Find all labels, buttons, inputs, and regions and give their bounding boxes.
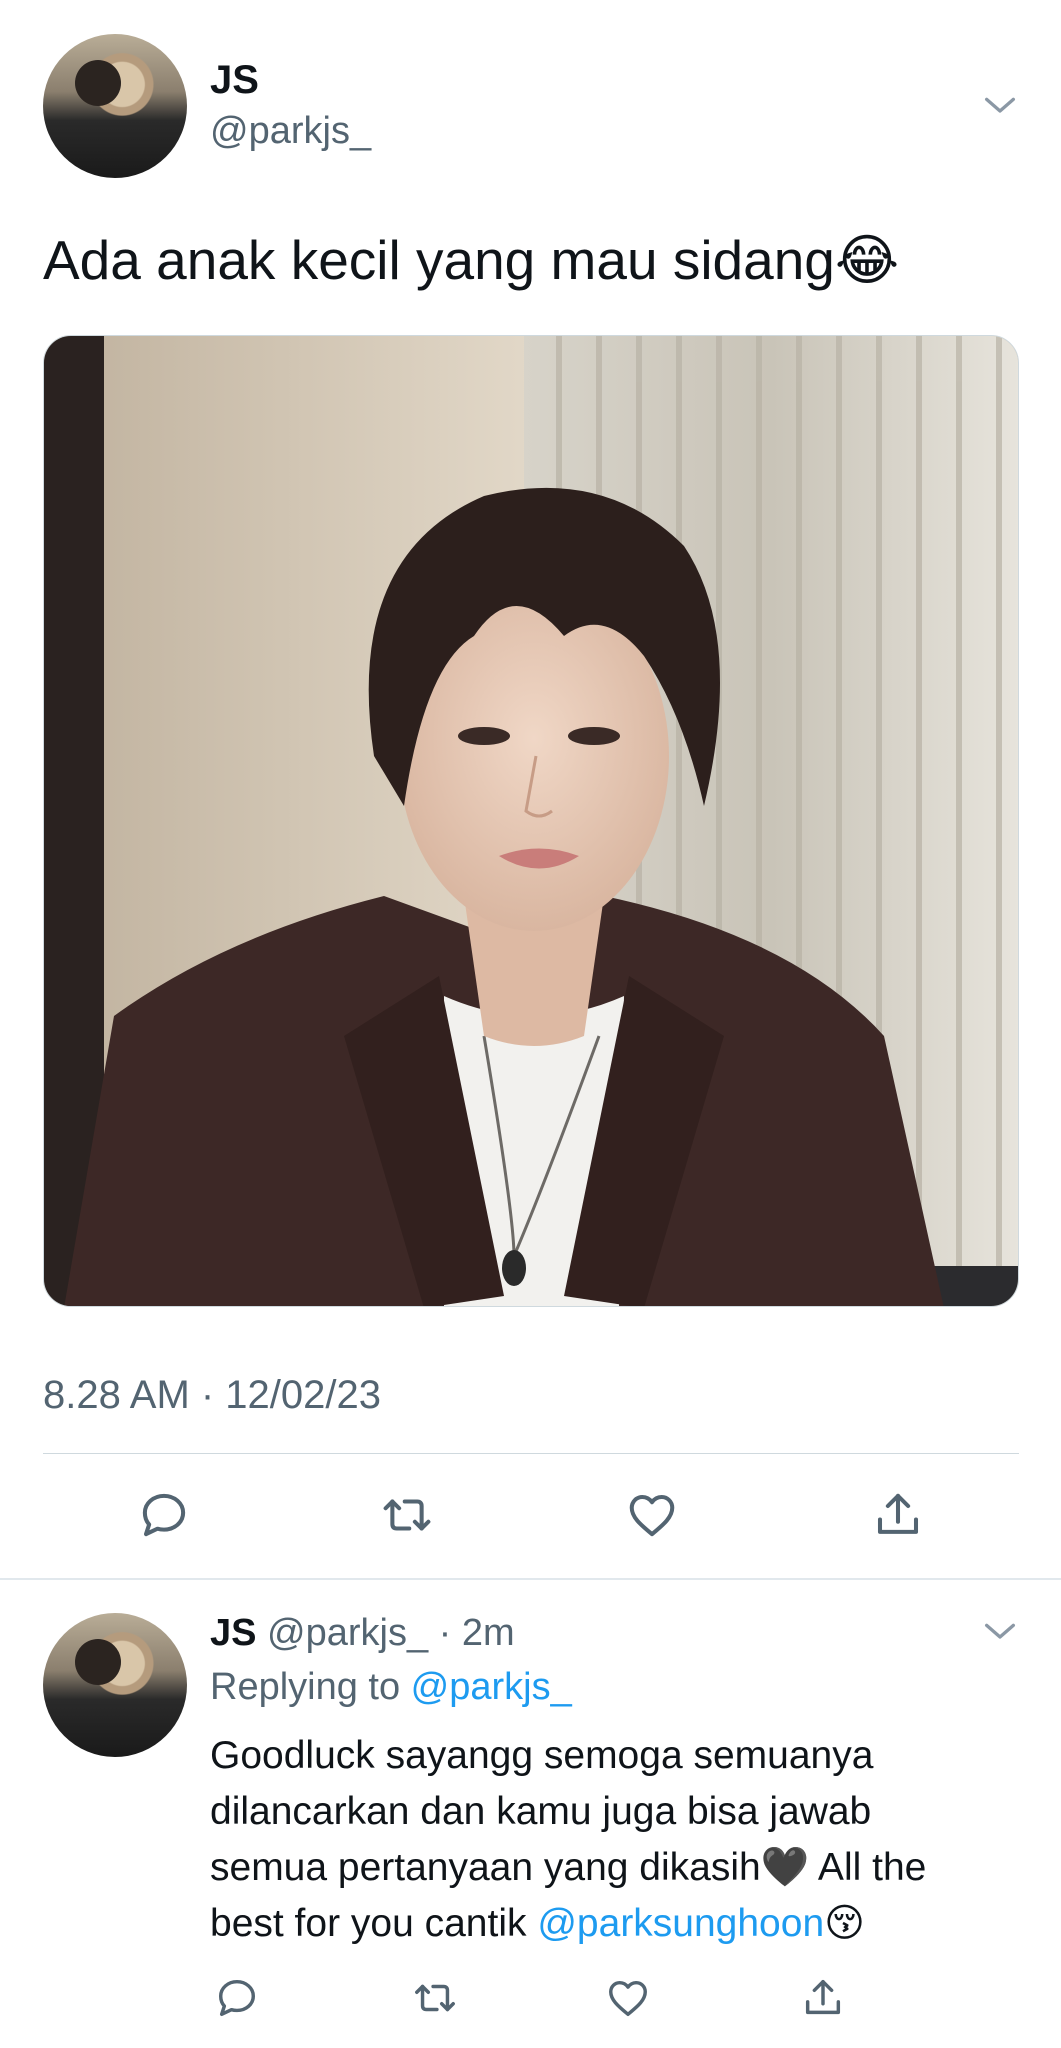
reply-reply-button[interactable] bbox=[207, 1968, 267, 2028]
retweet-button[interactable] bbox=[377, 1485, 437, 1545]
reply-text-line: best for you cantik @parksunghoon😚 bbox=[210, 1896, 1030, 1952]
divider bbox=[43, 1453, 1019, 1454]
reply-icon bbox=[218, 1979, 256, 2017]
heart-icon bbox=[609, 1980, 647, 2017]
chevron-down-icon[interactable] bbox=[980, 86, 1020, 126]
reply-author-name[interactable]: JS bbox=[210, 1612, 256, 1654]
share-icon bbox=[805, 1979, 841, 2015]
retweet-icon bbox=[415, 1984, 455, 2012]
tweet-photo[interactable] bbox=[43, 335, 1019, 1307]
tweet-text: Ada anak kecil yang mau sidang😂 bbox=[43, 229, 900, 291]
replying-to-handle[interactable]: @parkjs_ bbox=[411, 1666, 572, 1708]
heart-icon bbox=[629, 1494, 675, 1537]
mention-link[interactable]: @parksunghoon bbox=[537, 1902, 824, 1945]
chevron-down-icon[interactable] bbox=[980, 1612, 1020, 1652]
reply-age[interactable]: 2m bbox=[462, 1612, 515, 1654]
reply-icon bbox=[142, 1493, 186, 1537]
reply-text-prefix: best for you cantik bbox=[210, 1902, 538, 1945]
reply-author-handle[interactable]: @parkjs_ bbox=[267, 1612, 428, 1654]
share-icon bbox=[877, 1493, 919, 1534]
share-button[interactable] bbox=[868, 1485, 928, 1545]
section-divider bbox=[0, 1578, 1061, 1580]
replying-to-label: Replying to bbox=[210, 1666, 411, 1708]
reply-text-emoji: 😚 bbox=[824, 1902, 865, 1945]
photo-illustration bbox=[44, 336, 1018, 1306]
reply-share-button[interactable] bbox=[793, 1968, 853, 2028]
retweet-icon bbox=[383, 1499, 431, 1531]
reply-retweet-button[interactable] bbox=[405, 1968, 465, 2028]
reply-button[interactable] bbox=[134, 1485, 194, 1545]
reply-text-line: Goodluck sayangg semoga semuanya bbox=[210, 1734, 874, 1777]
reply-header: JS @parkjs_ · 2m bbox=[210, 1612, 515, 1655]
meta-separator: · bbox=[428, 1612, 462, 1654]
author-name[interactable]: JS bbox=[210, 58, 259, 103]
reply-like-button[interactable] bbox=[598, 1968, 658, 2028]
reply-avatar[interactable] bbox=[43, 1613, 187, 1757]
reply-text-line: dilancarkan dan kamu juga bisa jawab bbox=[210, 1790, 872, 1833]
reply-text-line: semua pertanyaan yang dikasih🖤 All the bbox=[210, 1846, 927, 1889]
author-handle[interactable]: @parkjs_ bbox=[210, 110, 371, 153]
tweet-timestamp[interactable]: 8.28 AM · 12/02/23 bbox=[43, 1373, 381, 1418]
reply-text: Goodluck sayangg semoga semuanya dilanca… bbox=[210, 1728, 1030, 1952]
avatar[interactable] bbox=[43, 34, 187, 178]
like-button[interactable] bbox=[622, 1485, 682, 1545]
replying-to: Replying to @parkjs_ bbox=[210, 1666, 572, 1709]
